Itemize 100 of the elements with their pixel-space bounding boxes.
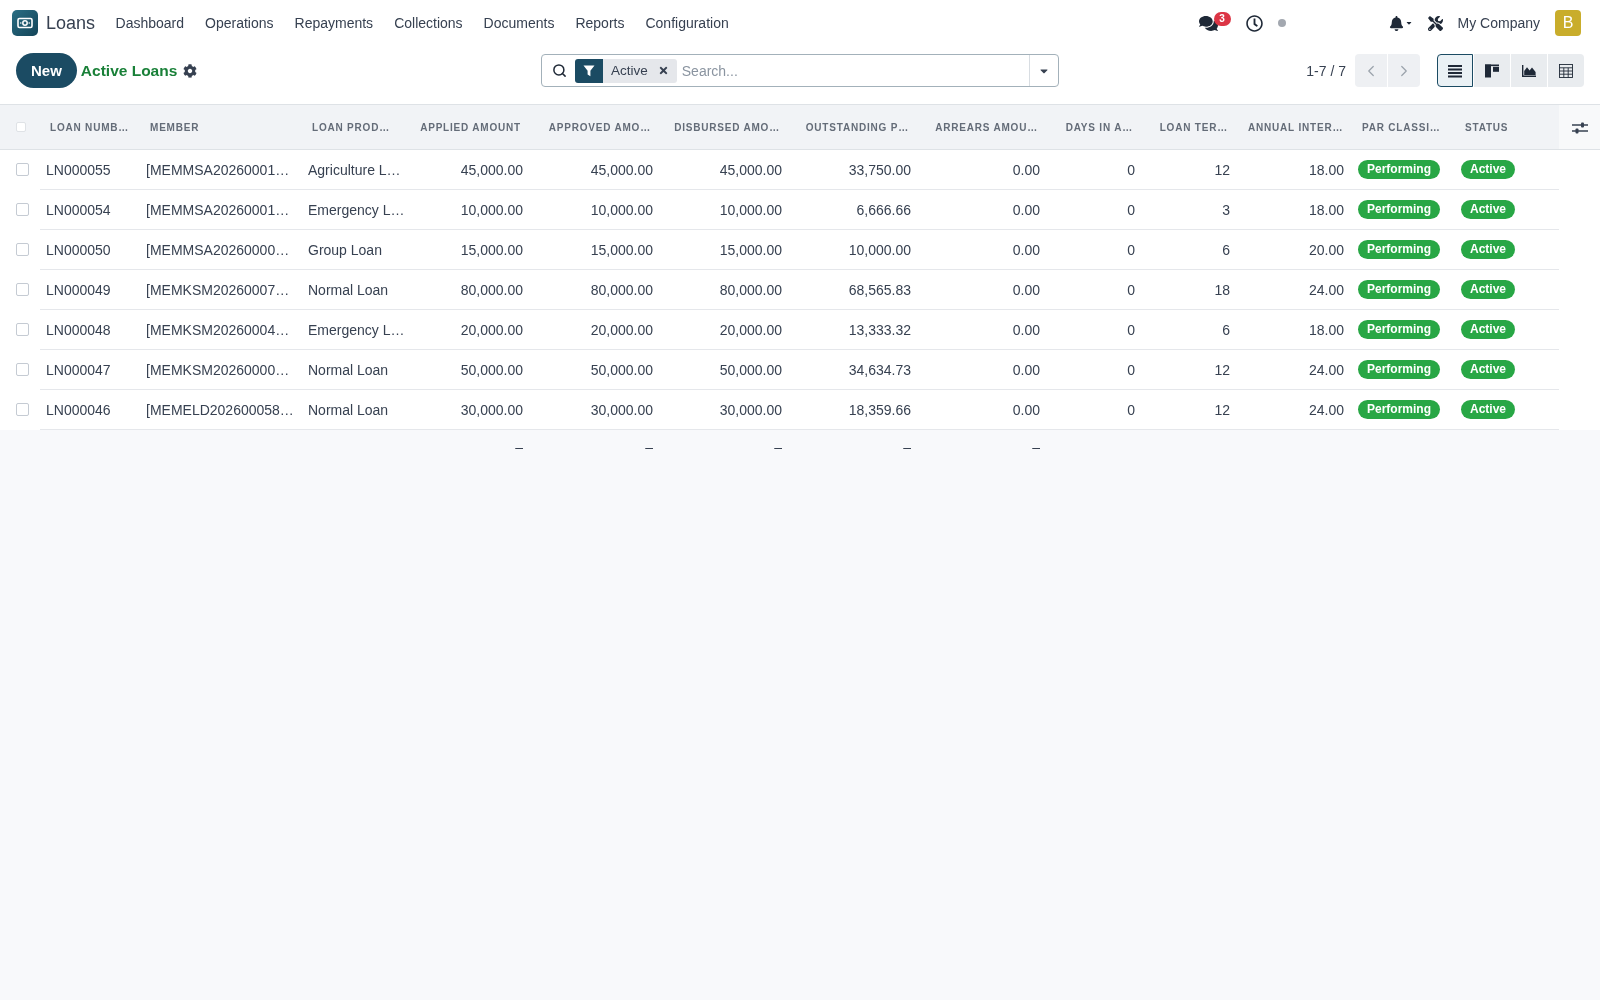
- row-checkbox[interactable]: [16, 243, 29, 256]
- table-cell: Normal Loan: [302, 349, 410, 390]
- menu-item[interactable]: Documents: [473, 0, 565, 46]
- table-cell: [MEMMSA20260000…: [140, 229, 302, 270]
- table-cell: Emergency L…: [302, 189, 410, 230]
- table-cell: LN000054: [40, 189, 140, 230]
- table-cell: 0.00: [919, 189, 1048, 230]
- column-header[interactable]: LOAN PROD…: [302, 105, 410, 150]
- status-badge: Performing: [1358, 320, 1440, 339]
- row-checkbox[interactable]: [16, 363, 29, 376]
- table-cell: 10,000.00: [410, 189, 531, 230]
- column-header[interactable]: APPROVED AMO…: [531, 105, 661, 150]
- table-cell: Normal Loan: [302, 269, 410, 310]
- close-icon[interactable]: [657, 65, 669, 76]
- column-header[interactable]: PAR CLASSI…: [1352, 105, 1455, 150]
- table-cell: 0.00: [919, 389, 1048, 430]
- column-header[interactable]: ARREARS AMOU…: [919, 105, 1048, 150]
- table-cell: 0.00: [919, 149, 1048, 190]
- table-cell: 15,000.00: [410, 229, 531, 270]
- table-cell: 80,000.00: [531, 269, 661, 310]
- status-badge: Performing: [1358, 400, 1440, 419]
- filter-facet[interactable]: Active: [603, 58, 677, 83]
- total-cell: –: [919, 429, 1048, 464]
- pager-label: 1-7 / 7: [1306, 62, 1346, 79]
- table-cell: 10,000.00: [661, 189, 790, 230]
- column-header[interactable]: STATUS: [1455, 105, 1559, 150]
- table-cell: [MEMELD202600058…: [140, 389, 302, 430]
- area-chart-icon: [1521, 63, 1537, 78]
- table-cell: 0.00: [919, 349, 1048, 390]
- table-grid-icon: [1558, 63, 1574, 78]
- column-header[interactable]: APPLIED AMOUNT: [410, 105, 531, 150]
- table-cell: 30,000.00: [661, 389, 790, 430]
- table-cell: [MEMMSA20260001…: [140, 149, 302, 190]
- view-switch-button[interactable]: [1474, 54, 1510, 87]
- company-name[interactable]: My Company: [1457, 15, 1540, 31]
- table-cell: [MEMKSM20260007…: [140, 269, 302, 310]
- new-button[interactable]: New: [16, 53, 77, 88]
- column-header[interactable]: LOAN NUMB…: [40, 105, 140, 150]
- table-cell: 80,000.00: [661, 269, 790, 310]
- search-box[interactable]: Active Search...: [541, 54, 1059, 87]
- table-cell: 24.00: [1238, 389, 1352, 430]
- select-all-checkbox[interactable]: [16, 122, 26, 132]
- clock-icon[interactable]: [1245, 14, 1263, 32]
- chat-icon[interactable]: [1198, 13, 1218, 33]
- column-header[interactable]: MEMBER: [140, 105, 302, 150]
- menu-item[interactable]: Collections: [383, 0, 474, 46]
- column-header[interactable]: DAYS IN A…: [1048, 105, 1143, 150]
- view-switch-button[interactable]: [1548, 54, 1584, 87]
- table-cell: 30,000.00: [531, 389, 661, 430]
- search-icon: [552, 63, 567, 78]
- table-cell: 15,000.00: [661, 229, 790, 270]
- table-cell: 30,000.00: [410, 389, 531, 430]
- status-badge: Active: [1461, 280, 1516, 299]
- row-checkbox[interactable]: [16, 403, 29, 416]
- total-cell: –: [531, 429, 661, 464]
- table-cell: 0.00: [919, 309, 1048, 350]
- table-cell: 24.00: [1238, 269, 1352, 310]
- menu-item[interactable]: Reports: [564, 0, 635, 46]
- banknote-icon[interactable]: [12, 10, 38, 36]
- view-switch-button[interactable]: [1511, 54, 1547, 87]
- table-cell: 18: [1143, 269, 1238, 310]
- tools-icon[interactable]: [1427, 15, 1443, 31]
- menu-item[interactable]: Repayments: [284, 0, 384, 46]
- sliders-icon[interactable]: [1571, 121, 1588, 136]
- table-cell: 0: [1048, 189, 1143, 230]
- table-cell: 68,565.83: [790, 269, 919, 310]
- table-cell: 18.00: [1238, 309, 1352, 350]
- row-checkbox[interactable]: [16, 283, 29, 296]
- table-cell: 15,000.00: [531, 229, 661, 270]
- table-cell: 0.00: [919, 229, 1048, 270]
- row-checkbox[interactable]: [16, 163, 29, 177]
- table-cell: Agriculture L…: [302, 149, 410, 190]
- table-cell: 0: [1048, 229, 1143, 270]
- app-name[interactable]: Loans: [46, 12, 96, 34]
- menu-item[interactable]: Operations: [194, 0, 285, 46]
- bell-icon[interactable]: [1388, 15, 1404, 31]
- column-header[interactable]: OUTSTANDING P…: [790, 105, 919, 150]
- menu-item[interactable]: Dashboard: [105, 0, 195, 46]
- table-cell: 18.00: [1238, 189, 1352, 230]
- column-header[interactable]: LOAN TER…: [1143, 105, 1238, 150]
- column-header[interactable]: ANNUAL INTER…: [1238, 105, 1352, 150]
- table-cell: LN000050: [40, 229, 140, 270]
- caret-icon[interactable]: [1404, 19, 1413, 27]
- gear-icon[interactable]: [183, 63, 198, 78]
- status-badge: Performing: [1358, 360, 1440, 379]
- menu-item[interactable]: Configuration: [634, 0, 740, 46]
- search-input[interactable]: Search...: [676, 55, 1029, 86]
- table-cell: 10,000.00: [531, 189, 661, 230]
- table-cell: 45,000.00: [410, 149, 531, 190]
- row-checkbox[interactable]: [16, 323, 29, 336]
- status-dot-icon[interactable]: [1277, 19, 1286, 27]
- status-badge: Active: [1461, 400, 1516, 419]
- column-header[interactable]: DISBURSED AMO…: [661, 105, 790, 150]
- table-cell: LN000048: [40, 309, 140, 350]
- row-checkbox[interactable]: [16, 203, 29, 216]
- table-cell: [MEMKSM20260000…: [140, 349, 302, 390]
- view-switch-button[interactable]: [1437, 54, 1473, 87]
- table-cell: 0: [1048, 309, 1143, 350]
- table-cell: 13,333.32: [790, 309, 919, 350]
- table-cell: 0: [1048, 389, 1143, 430]
